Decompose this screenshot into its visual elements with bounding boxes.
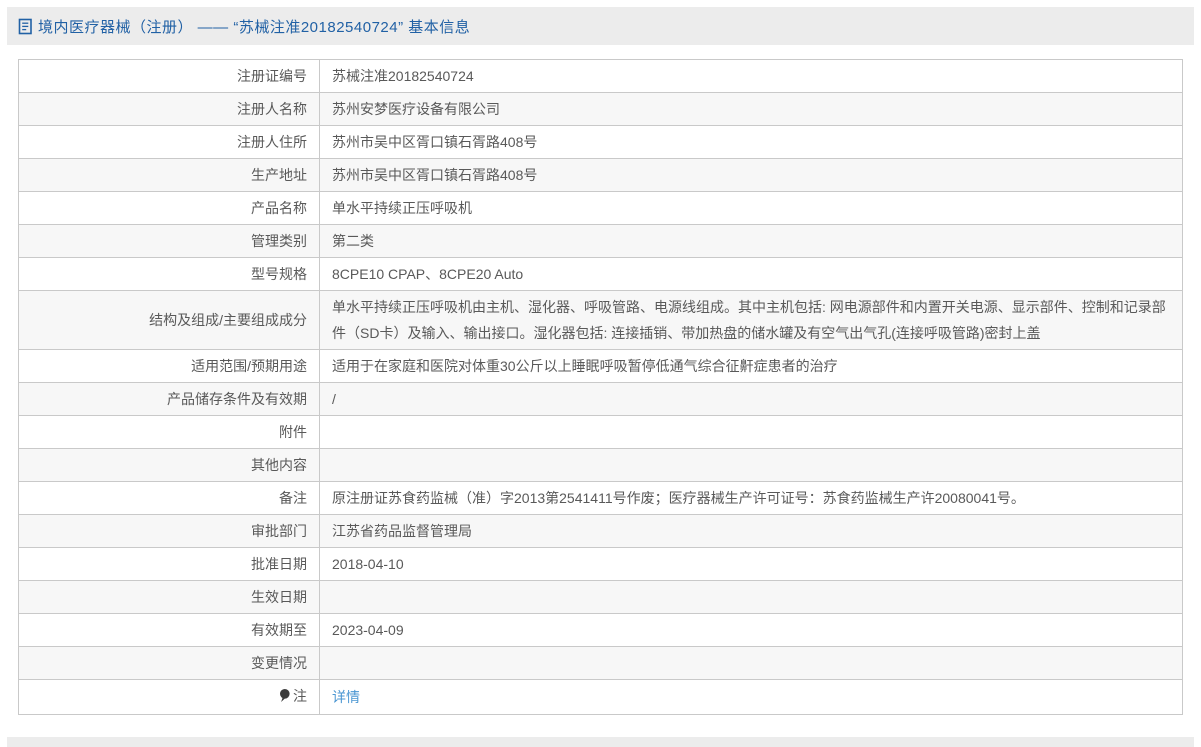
row-label-text: 产品储存条件及有效期 [167, 391, 307, 407]
row-value-text: 2023-04-09 [332, 622, 404, 638]
row-value-text: 2018-04-10 [332, 556, 404, 572]
table-row: 注 详情 [19, 680, 1183, 715]
row-value: / [320, 383, 1183, 416]
row-label-text: 注 [293, 688, 307, 704]
row-label: 注册证编号 [19, 60, 320, 93]
row-label: 备注 [19, 482, 320, 515]
row-value: 详情 [320, 680, 1183, 715]
row-value-text: 苏械注准20182540724 [332, 68, 474, 84]
table-row: 适用范围/预期用途 适用于在家庭和医院对体重30公斤以上睡眠呼吸暂停低通气综合征鼾… [19, 350, 1183, 383]
row-value: 苏州安梦医疗设备有限公司 [320, 93, 1183, 126]
row-value-text: 单水平持续正压呼吸机 [332, 200, 472, 216]
page-title: 境内医疗器械（注册） —— “苏械注准20182540724” 基本信息 [38, 16, 470, 37]
row-label-text: 生产地址 [251, 167, 307, 183]
row-label-text: 有效期至 [251, 622, 307, 638]
row-label: 附件 [19, 416, 320, 449]
row-label: 注册人名称 [19, 93, 320, 126]
content-area: 注册证编号苏械注准20182540724注册人名称苏州安梦医疗设备有限公司注册人… [7, 45, 1194, 737]
row-value: 2018-04-10 [320, 548, 1183, 581]
table-row: 注册人住所 苏州市吴中区胥口镇石胥路408号 [19, 126, 1183, 159]
row-value: 苏州市吴中区胥口镇石胥路408号 [320, 126, 1183, 159]
table-row: 附件 [19, 416, 1183, 449]
row-label: 产品名称 [19, 192, 320, 225]
row-label-text: 备注 [279, 490, 307, 506]
table-row: 注册人名称 苏州安梦医疗设备有限公司 [19, 93, 1183, 126]
row-value: 第二类 [320, 225, 1183, 258]
row-value: 苏械注准20182540724 [320, 60, 1183, 93]
row-value: 适用于在家庭和医院对体重30公斤以上睡眠呼吸暂停低通气综合征鼾症患者的治疗 [320, 350, 1183, 383]
table-row: 备注 原注册证苏食药监械（准）字2013第2541411号作废；医疗器械生产许可证… [19, 482, 1183, 515]
row-value-text: 8CPE10 CPAP、8CPE20 Auto [332, 266, 523, 282]
row-value-text: 单水平持续正压呼吸机由主机、湿化器、呼吸管路、电源线组成。其中主机包括: 网电源… [332, 299, 1166, 341]
page-panel: 境内医疗器械（注册） —— “苏械注准20182540724” 基本信息 注册证… [7, 7, 1194, 747]
row-label-text: 注册证编号 [237, 68, 307, 84]
row-value-text: 苏州市吴中区胥口镇石胥路408号 [332, 134, 537, 150]
row-value: 2023-04-09 [320, 614, 1183, 647]
row-label-text: 其他内容 [251, 457, 307, 473]
table-row: 产品储存条件及有效期 / [19, 383, 1183, 416]
row-value [320, 449, 1183, 482]
note-icon [278, 685, 291, 711]
row-value-text: 适用于在家庭和医院对体重30公斤以上睡眠呼吸暂停低通气综合征鼾症患者的治疗 [332, 358, 838, 374]
table-row: 其他内容 [19, 449, 1183, 482]
row-label-text: 附件 [279, 424, 307, 440]
row-label: 产品储存条件及有效期 [19, 383, 320, 416]
row-value: 江苏省药品监督管理局 [320, 515, 1183, 548]
row-label: 有效期至 [19, 614, 320, 647]
row-label: 其他内容 [19, 449, 320, 482]
row-label: 结构及组成/主要组成成分 [19, 291, 320, 350]
row-label: 生效日期 [19, 581, 320, 614]
row-label-text: 注册人住所 [237, 134, 307, 150]
row-label: 适用范围/预期用途 [19, 350, 320, 383]
row-value [320, 581, 1183, 614]
table-row: 结构及组成/主要组成成分 单水平持续正压呼吸机由主机、湿化器、呼吸管路、电源线组成… [19, 291, 1183, 350]
row-value-text: 苏州市吴中区胥口镇石胥路408号 [332, 167, 537, 183]
registration-info-table: 注册证编号苏械注准20182540724注册人名称苏州安梦医疗设备有限公司注册人… [18, 59, 1183, 715]
row-value [320, 416, 1183, 449]
row-value: 单水平持续正压呼吸机 [320, 192, 1183, 225]
row-value [320, 647, 1183, 680]
table-row: 审批部门 江苏省药品监督管理局 [19, 515, 1183, 548]
row-value-text: / [332, 391, 336, 407]
table-row: 生效日期 [19, 581, 1183, 614]
page-title-bar: 境内医疗器械（注册） —— “苏械注准20182540724” 基本信息 [7, 7, 1194, 45]
table-row: 型号规格 8CPE10 CPAP、8CPE20 Auto [19, 258, 1183, 291]
table-row: 产品名称 单水平持续正压呼吸机 [19, 192, 1183, 225]
row-label-text: 管理类别 [251, 233, 307, 249]
row-label: 注 [19, 680, 320, 715]
row-label-text: 生效日期 [251, 589, 307, 605]
table-row: 有效期至 2023-04-09 [19, 614, 1183, 647]
row-value: 8CPE10 CPAP、8CPE20 Auto [320, 258, 1183, 291]
row-label: 批准日期 [19, 548, 320, 581]
row-value-text: 江苏省药品监督管理局 [332, 523, 472, 539]
row-label-text: 适用范围/预期用途 [191, 358, 307, 374]
row-label: 生产地址 [19, 159, 320, 192]
table-row: 生产地址 苏州市吴中区胥口镇石胥路408号 [19, 159, 1183, 192]
row-label: 管理类别 [19, 225, 320, 258]
row-value: 苏州市吴中区胥口镇石胥路408号 [320, 159, 1183, 192]
row-label-text: 批准日期 [251, 556, 307, 572]
row-value-text: 原注册证苏食药监械（准）字2013第2541411号作废；医疗器械生产许可证号：… [332, 490, 1025, 506]
table-row: 注册证编号 苏械注准20182540724 [19, 60, 1183, 93]
row-label: 型号规格 [19, 258, 320, 291]
table-row: 批准日期 2018-04-10 [19, 548, 1183, 581]
row-value-text: 第二类 [332, 233, 374, 249]
row-label-text: 审批部门 [251, 523, 307, 539]
table-row: 变更情况 [19, 647, 1183, 680]
row-label: 审批部门 [19, 515, 320, 548]
row-label: 变更情况 [19, 647, 320, 680]
document-icon [18, 18, 33, 35]
row-label-text: 注册人名称 [237, 101, 307, 117]
row-label: 注册人住所 [19, 126, 320, 159]
detail-link[interactable]: 详情 [332, 689, 360, 705]
row-value: 原注册证苏食药监械（准）字2013第2541411号作废；医疗器械生产许可证号：… [320, 482, 1183, 515]
row-label-text: 型号规格 [251, 266, 307, 282]
row-label-text: 产品名称 [251, 200, 307, 216]
row-label-text: 变更情况 [251, 655, 307, 671]
table-row: 管理类别 第二类 [19, 225, 1183, 258]
row-value-text: 苏州安梦医疗设备有限公司 [332, 101, 500, 117]
row-label-text: 结构及组成/主要组成成分 [149, 312, 307, 328]
row-value: 单水平持续正压呼吸机由主机、湿化器、呼吸管路、电源线组成。其中主机包括: 网电源… [320, 291, 1183, 350]
